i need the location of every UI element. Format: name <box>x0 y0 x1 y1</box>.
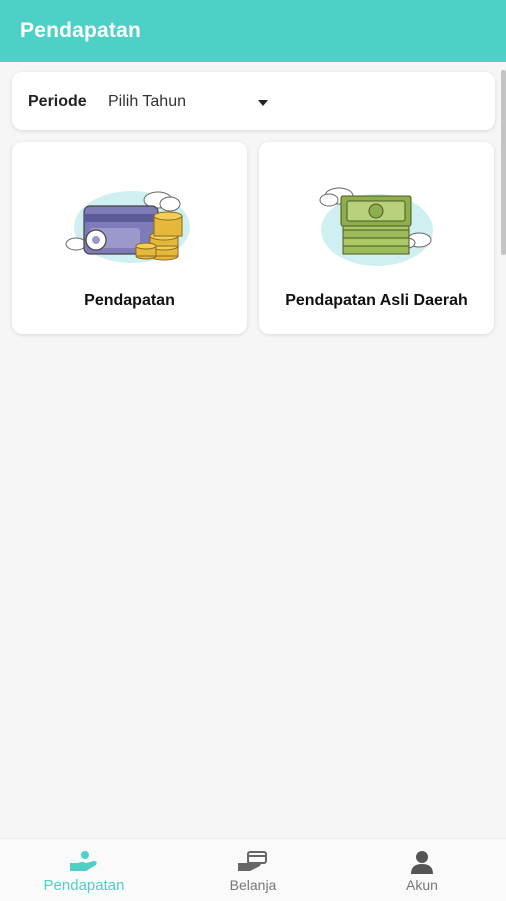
year-dropdown-value: Pilih Tahun <box>108 93 186 110</box>
card-pendapatan[interactable]: Pendapatan <box>12 142 247 334</box>
nav-label-belanja: Belanja <box>229 877 277 893</box>
period-filter-card: Periode Pilih Tahun <box>12 72 495 130</box>
card-pendapatan-label: Pendapatan <box>84 292 175 309</box>
page-title: Pendapatan <box>20 19 142 42</box>
nav-item-pendapatan[interactable]: Pendapatan <box>0 839 168 901</box>
user-icon <box>411 851 433 874</box>
app-bar: Pendapatan <box>0 0 506 62</box>
nav-label-pendapatan: Pendapatan <box>43 877 125 894</box>
hand-coin-icon <box>70 851 97 871</box>
nav-label-akun: Akun <box>406 877 438 893</box>
bottom-navigation: Pendapatan Belanja Akun <box>0 838 506 901</box>
year-dropdown[interactable]: Pilih Tahun <box>108 86 268 118</box>
card-pad-label: Pendapatan Asli Daerah <box>285 292 468 309</box>
hand-card-icon <box>238 851 267 871</box>
nav-item-belanja[interactable]: Belanja <box>169 839 337 901</box>
wallet-coins-icon <box>65 191 190 263</box>
dropdown-caret-icon <box>258 100 268 106</box>
cash-stack-icon <box>319 187 433 266</box>
nav-item-akun[interactable]: Akun <box>338 839 506 901</box>
period-label: Periode <box>28 93 87 110</box>
card-pendapatan-asli-daerah[interactable]: Pendapatan Asli Daerah <box>259 142 494 334</box>
scrollbar[interactable] <box>501 70 506 255</box>
